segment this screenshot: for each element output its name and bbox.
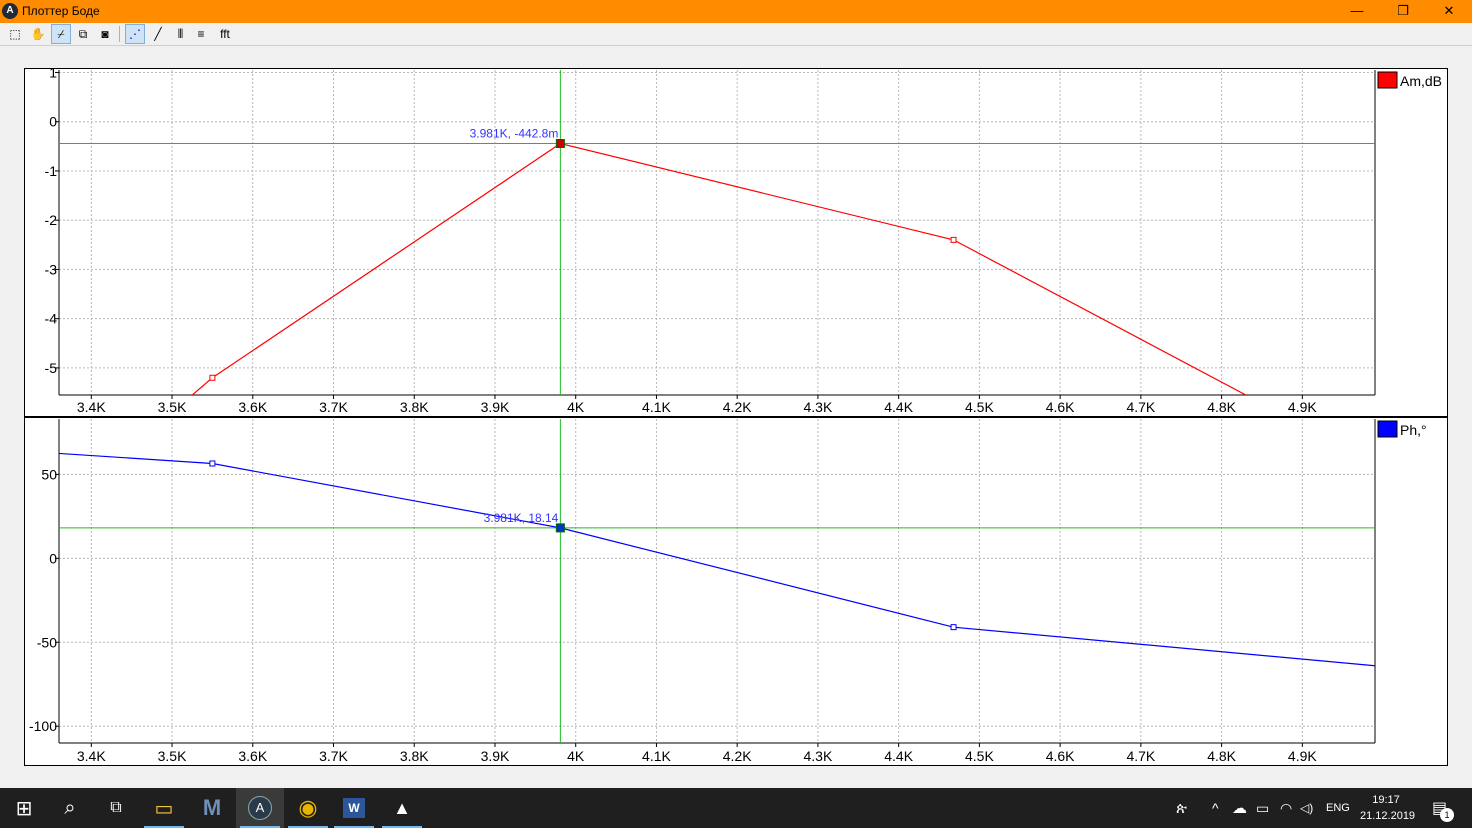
x-tick-label: 3.4K bbox=[77, 748, 106, 764]
legend-label: Am,dB bbox=[1400, 73, 1442, 89]
legend-swatch bbox=[1377, 420, 1398, 438]
x-tick-label: 4.5K bbox=[965, 748, 994, 764]
x-tick-label: 3.5K bbox=[158, 748, 187, 764]
task-view-icon[interactable]: ⧉ bbox=[92, 788, 140, 828]
file-explorer-glyph: ▭ bbox=[154, 797, 174, 820]
word-icon[interactable]: W bbox=[330, 788, 378, 828]
y-tick-label: -100 bbox=[29, 718, 57, 734]
photos-icon[interactable]: ▲ bbox=[378, 788, 426, 828]
x-tick-label: 4.8K bbox=[1207, 748, 1236, 764]
cursor-readout: 3.981K, -442.8m bbox=[470, 127, 559, 141]
x-tick-label: 4.3K bbox=[804, 399, 833, 415]
x-tick-label: 3.8K bbox=[400, 399, 429, 415]
x-tick-label: 4.1K bbox=[642, 748, 671, 764]
bode-plots[interactable]: 1 0 -1 -2 -3 -4 -5 3.4K 3.5K 3.6K 3.7K 3.8K 3.9K 4K 4.… bbox=[0, 0, 1472, 788]
x-tick-label: 4.6K bbox=[1046, 399, 1075, 415]
x-tick-label: 3.8K bbox=[400, 748, 429, 764]
y-tick-label: 1 bbox=[49, 64, 57, 80]
y-tick-label: 50 bbox=[41, 466, 57, 482]
x-tick-label: 4.9K bbox=[1288, 399, 1317, 415]
x-tick-label: 4.4K bbox=[884, 399, 913, 415]
cursor-marker bbox=[555, 523, 565, 533]
x-tick-label: 4.2K bbox=[723, 399, 752, 415]
y-tick-label: 0 bbox=[49, 114, 57, 130]
wifi-icon[interactable]: ◠ bbox=[1280, 788, 1292, 828]
data-point-marker bbox=[950, 236, 957, 243]
x-tick-label: 3.9K bbox=[481, 399, 510, 415]
people-icon[interactable]: ጵ bbox=[1176, 788, 1187, 828]
y-tick-label: -3 bbox=[45, 261, 58, 277]
cursor-marker bbox=[555, 139, 565, 149]
file-explorer-icon[interactable]: ▭ bbox=[140, 788, 188, 828]
x-tick-label: 3.5K bbox=[158, 399, 187, 415]
x-tick-label: 4.6K bbox=[1046, 748, 1075, 764]
x-tick-label: 4.3K bbox=[804, 748, 833, 764]
y-tick-label: -50 bbox=[37, 634, 57, 650]
language-indicator[interactable]: ENG bbox=[1326, 788, 1350, 828]
x-tick-label: 4K bbox=[567, 399, 585, 415]
data-point-marker bbox=[209, 374, 216, 381]
y-tick-label: -1 bbox=[45, 163, 58, 179]
x-tick-label: 3.6K bbox=[238, 399, 267, 415]
mathcad-icon[interactable]: M bbox=[188, 788, 236, 828]
y-tick-label: -4 bbox=[45, 311, 58, 327]
x-tick-label: 4.7K bbox=[1126, 748, 1155, 764]
windows-start-icon[interactable]: ⊞ bbox=[0, 788, 48, 828]
data-point-marker bbox=[950, 624, 957, 631]
data-point-marker bbox=[209, 460, 216, 467]
search-icon[interactable]: ⌕ bbox=[46, 788, 94, 828]
volume-icon[interactable]: ◁) bbox=[1300, 788, 1313, 828]
legend-swatch bbox=[1377, 71, 1398, 89]
photos-glyph: ▲ bbox=[393, 797, 411, 818]
notification-count-badge: 1 bbox=[1440, 808, 1454, 822]
chrome-glyph: ◉ bbox=[298, 795, 318, 820]
x-tick-label: 4.1K bbox=[642, 399, 671, 415]
cursor-readout: 3.981K, 18.14 bbox=[484, 511, 559, 525]
series-line bbox=[59, 452, 1375, 667]
chevron-up-icon[interactable]: ^ bbox=[1212, 788, 1219, 828]
x-tick-label: 4.9K bbox=[1288, 748, 1317, 764]
x-tick-label: 4.2K bbox=[723, 748, 752, 764]
y-tick-label: -2 bbox=[45, 212, 58, 228]
x-tick-label: 4.7K bbox=[1126, 399, 1155, 415]
y-tick-label: 0 bbox=[49, 550, 57, 566]
x-tick-label: 3.6K bbox=[238, 748, 267, 764]
taskbar: ⊞ ⌕ ⧉ ▭ M A ◉ W ▲ ጵ ^ ☁ ▭ ◠ ◁) ENG 19:17… bbox=[0, 788, 1472, 828]
x-tick-label: 3.7K bbox=[319, 748, 348, 764]
x-tick-label: 4.8K bbox=[1207, 399, 1236, 415]
x-tick-label: 4.5K bbox=[965, 399, 994, 415]
legend-label: Ph,° bbox=[1400, 422, 1427, 438]
x-tick-label: 3.7K bbox=[319, 399, 348, 415]
bode-app-glyph: A bbox=[248, 796, 272, 820]
cloud-icon[interactable]: ☁ bbox=[1232, 788, 1247, 828]
x-tick-label: 3.4K bbox=[77, 399, 106, 415]
word-glyph: W bbox=[343, 798, 365, 818]
battery-icon[interactable]: ▭ bbox=[1256, 788, 1269, 828]
bode-app-icon[interactable]: A bbox=[236, 788, 284, 828]
x-tick-label: 3.9K bbox=[481, 748, 510, 764]
clock-date[interactable]: 21.12.2019 bbox=[1360, 810, 1415, 822]
clock-time[interactable]: 19:17 bbox=[1360, 794, 1412, 806]
x-tick-label: 4.4K bbox=[884, 748, 913, 764]
y-tick-label: -5 bbox=[45, 360, 58, 376]
x-tick-label: 4K bbox=[567, 748, 585, 764]
chrome-icon[interactable]: ◉ bbox=[284, 788, 332, 828]
